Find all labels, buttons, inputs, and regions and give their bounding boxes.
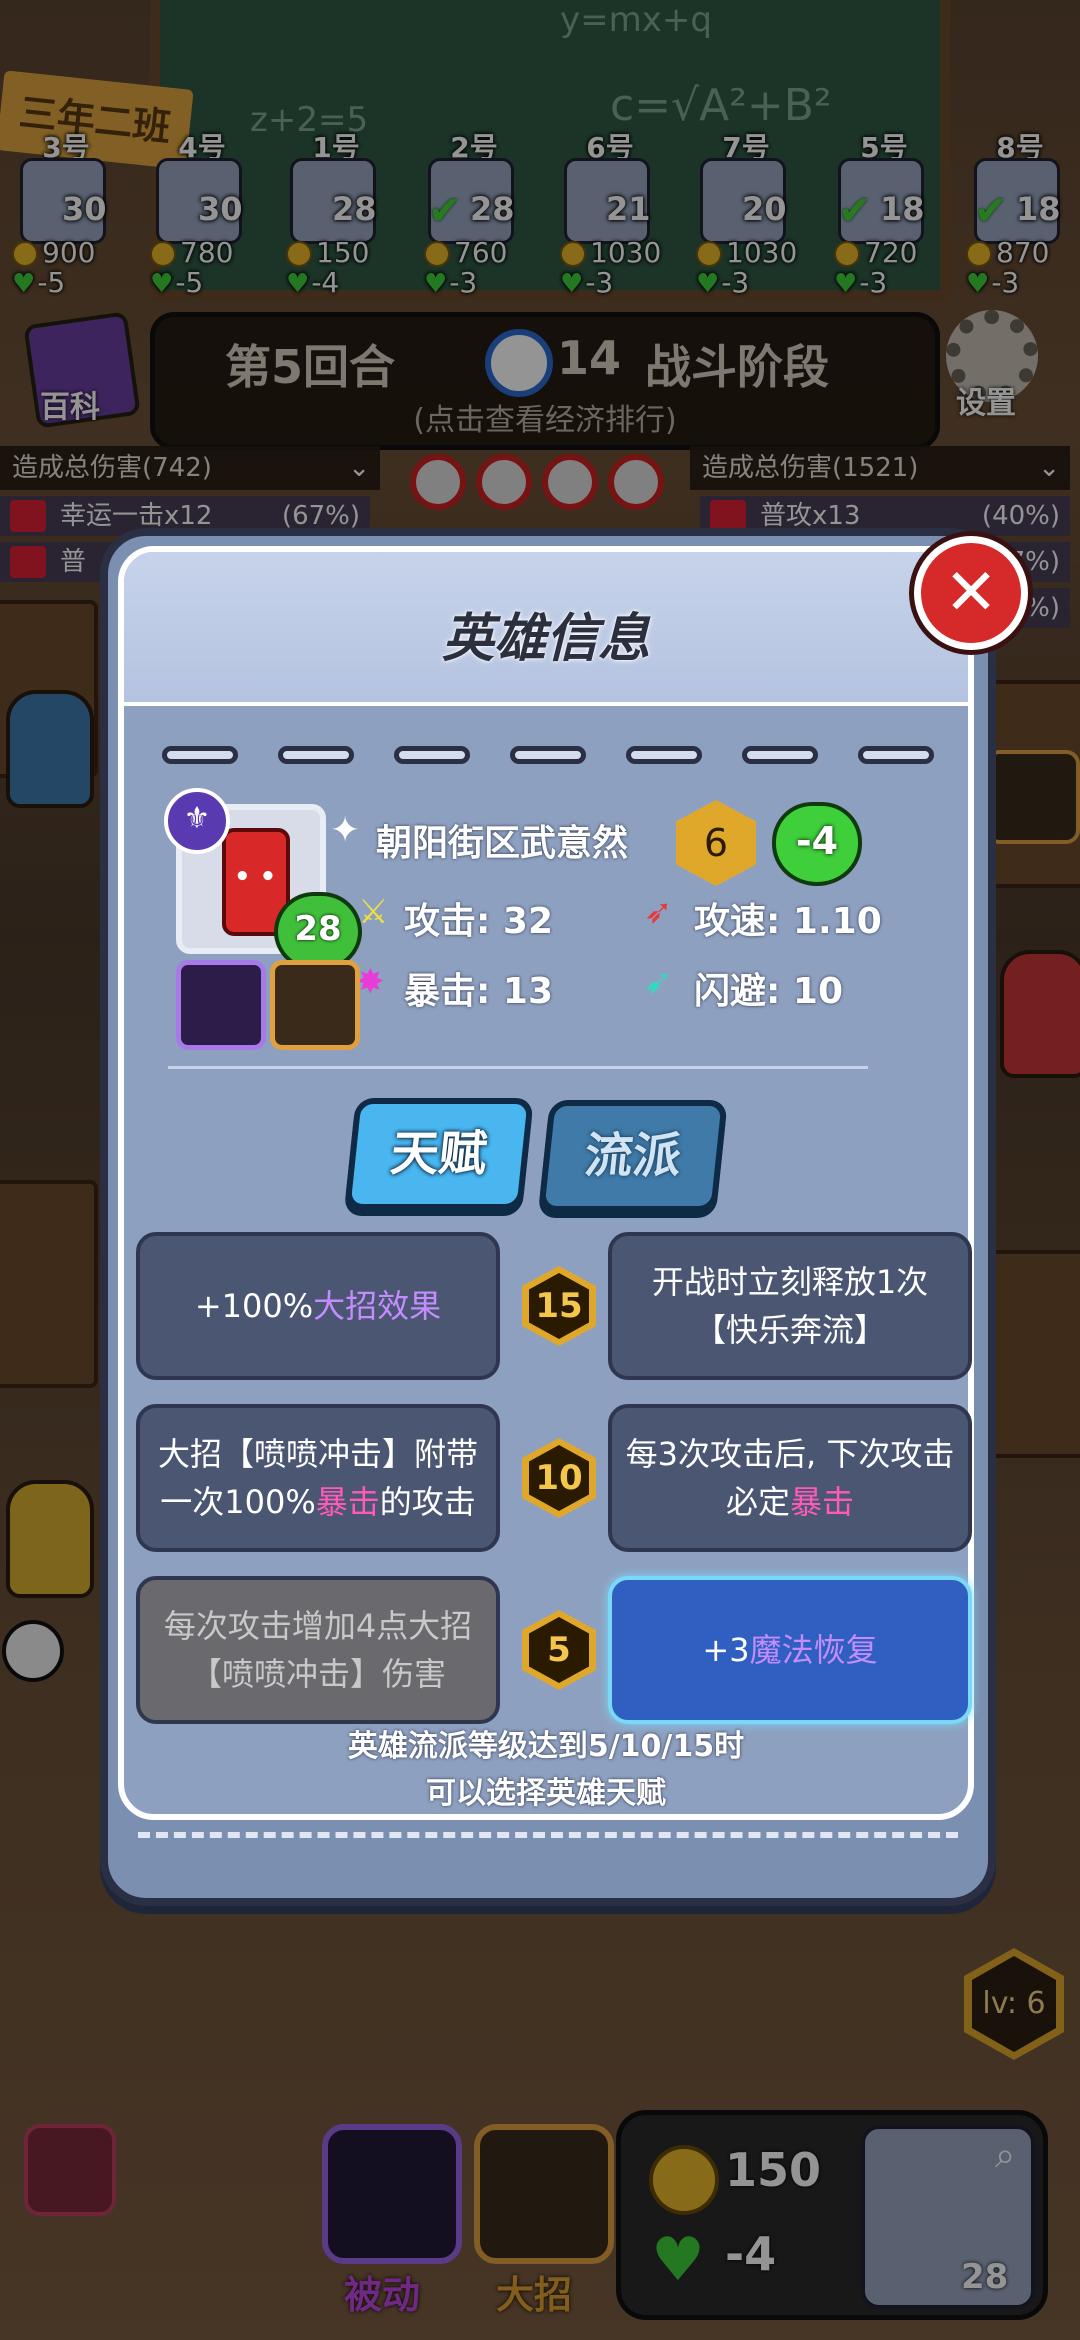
ticket-dash [858,746,934,764]
talent-option-5-right-selected[interactable]: +3魔法恢复 [608,1576,972,1724]
ticket-dash [742,746,818,764]
header-divider [124,702,968,706]
stats-divider [168,1066,868,1069]
sparkle-icon: ✦ [330,810,361,851]
ticket-dash [394,746,470,764]
dodge-stat: 闪避: 10 [694,971,844,1012]
talent-unlock-note: 英雄流派等级达到5/10/15时 可以选择英雄天赋 [347,1729,745,1811]
tab-school[interactable]: 流派 [538,1100,728,1212]
ticket-dash [278,746,354,764]
close-button[interactable]: ✕ [914,536,1028,650]
ultimate-skill-icon[interactable] [270,960,360,1050]
attack-speed-stat: 攻速: 1.10 [694,901,882,942]
modal-bottom-dash [138,1832,958,1838]
crit-stat: 暴击: 13 [404,971,554,1012]
modal-title: 英雄信息 [441,609,650,669]
hero-info-modal: 英雄信息 • • ⚜ 28 ✦ 朝阳街区武意然 6 -4 ⚔ 攻击: 32 ➶ … [100,528,996,1906]
talent-option-5-left[interactable]: 每次攻击增加4点大招【喷喷冲击】伤害 [136,1576,500,1724]
ticket-dash [626,746,702,764]
attack-speed-icon: ➶ [644,892,673,932]
dodge-wing-icon: ➹ [644,962,673,1002]
hero-hp-change-badge: -4 [772,802,862,886]
talent-option-15-left[interactable]: +100%大招效果 [136,1232,500,1380]
talent-option-10-left[interactable]: 大招【喷喷冲击】附带一次100%暴击的攻击 [136,1404,500,1552]
talent-option-10-right[interactable]: 每3次攻击后, 下次攻击必定暴击 [608,1404,972,1552]
crest-icon: ⚜ [164,788,230,854]
modal-header: 英雄信息 [124,552,968,702]
talent-option-15-right[interactable]: 开战时立刻释放1次【快乐奔流】 [608,1232,972,1380]
modal-body: 英雄信息 • • ⚜ 28 ✦ 朝阳街区武意然 6 -4 ⚔ 攻击: 32 ➶ … [118,546,974,1820]
sword-icon: ⚔ [358,892,389,932]
hero-name: 朝阳街区武意然 [376,823,629,864]
talent-level-badge: 10 [522,1438,596,1518]
talent-level-badge: 5 [522,1610,596,1690]
crit-burst-icon: ✸ [356,962,385,1002]
talent-level-badge: 15 [522,1266,596,1346]
tab-talent[interactable]: 天赋 [344,1098,534,1210]
ticket-dash [162,746,238,764]
ticket-dash [510,746,586,764]
hero-cost-badge: 6 [676,800,756,886]
passive-skill-icon[interactable] [176,960,266,1050]
attack-stat: 攻击: 32 [404,901,554,942]
close-x-icon: ✕ [944,556,998,630]
